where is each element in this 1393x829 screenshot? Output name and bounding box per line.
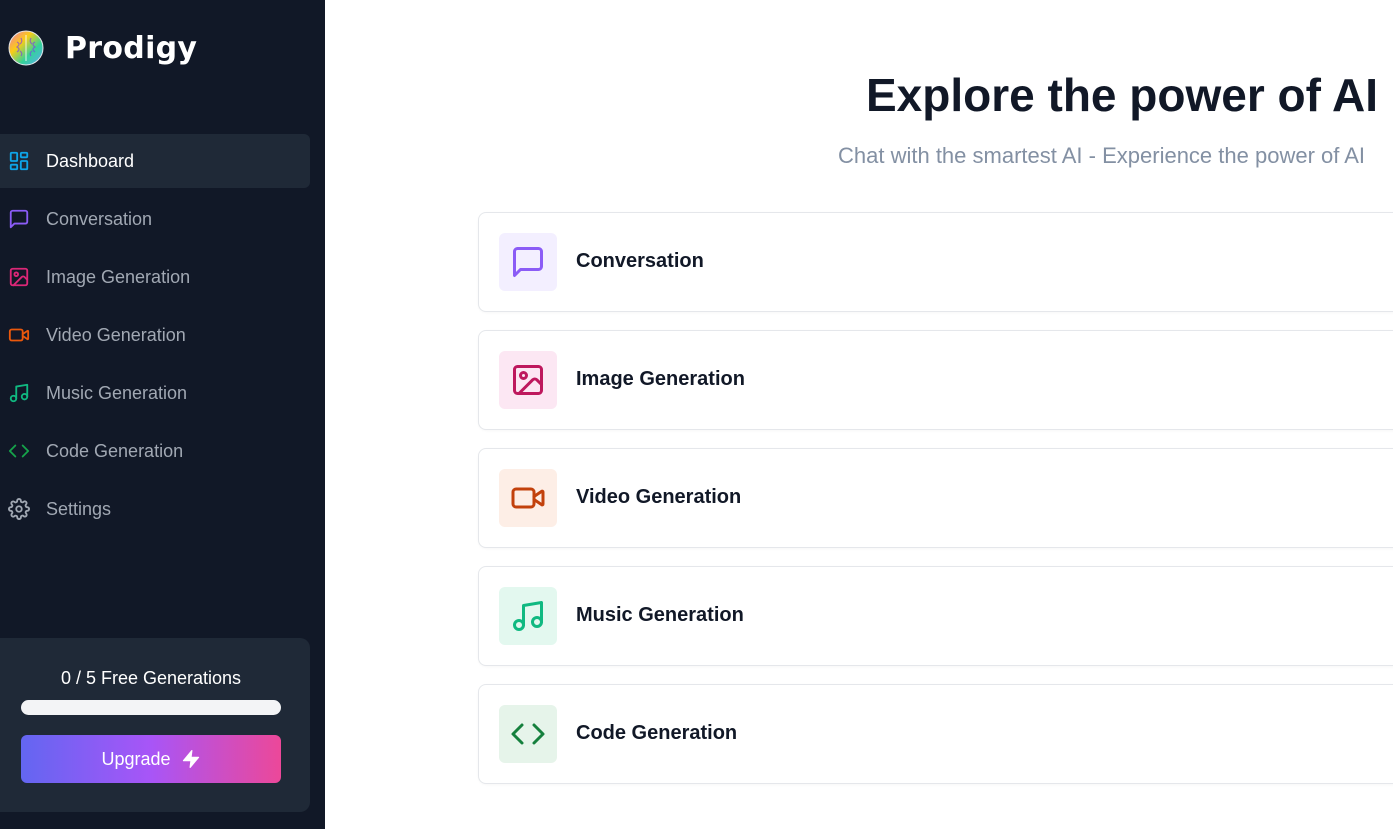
message-square-icon <box>8 208 30 230</box>
tool-label: Conversation <box>576 250 704 272</box>
tool-label: Code Generation <box>576 722 738 744</box>
tool-icon-box <box>499 587 557 645</box>
tool-label: Image Generation <box>576 368 745 390</box>
free-generations-card: 0 / 5 Free Generations <box>0 638 310 812</box>
tool-label: Music Generation <box>576 604 744 626</box>
tool-icon-box <box>499 351 557 409</box>
video-icon <box>8 324 30 346</box>
tool-card-conversation[interactable]: Conversation <box>478 212 1393 312</box>
tool-card-image-generation[interactable]: Image Generation <box>478 330 1393 430</box>
zap-icon <box>182 750 199 768</box>
tool-label: Video Generation <box>576 486 742 508</box>
sidebar-item-code-generation[interactable]: Code Generation <box>0 424 310 478</box>
tool-card-music-generation[interactable]: Music Generation <box>478 566 1393 666</box>
sidebar-item-label: Music Generation <box>46 382 188 403</box>
sidebar-item-settings[interactable]: Settings <box>0 482 310 536</box>
sidebar-item-video-generation[interactable]: Video Generation <box>0 308 310 362</box>
free-generations-progress <box>21 700 281 715</box>
free-generations-counter: 0 / 5 Free Generations <box>60 668 242 688</box>
sidebar-item-label: Video Generation <box>46 324 186 345</box>
sidebar-item-music-generation[interactable]: Music Generation <box>0 366 310 420</box>
upgrade-button-label: Upgrade <box>101 748 171 769</box>
code-icon <box>8 440 30 462</box>
sidebar-item-label: Settings <box>46 498 112 519</box>
tool-card-video-generation[interactable]: Video Generation <box>478 448 1393 548</box>
music-icon <box>8 382 30 404</box>
message-square-icon <box>513 247 543 277</box>
sidebar: Prodigy Dashboard Conversation Image Gen… <box>0 0 325 829</box>
dashboard-icon <box>8 150 30 172</box>
tool-icon-box <box>499 233 557 291</box>
music-icon <box>513 601 543 631</box>
sidebar-item-label: Conversation <box>46 208 153 229</box>
page-subtitle: Chat with the smartest AI - Experience t… <box>838 143 1366 168</box>
tool-icon-box <box>499 705 557 763</box>
image-icon <box>513 365 543 395</box>
sidebar-item-label: Code Generation <box>46 440 184 461</box>
upgrade-button[interactable]: Upgrade <box>21 735 281 783</box>
sidebar-item-label: Dashboard <box>46 150 135 171</box>
video-icon <box>511 487 545 509</box>
code-icon <box>511 723 545 745</box>
brain-logo-icon <box>8 30 44 66</box>
tool-icon-box <box>499 469 557 527</box>
tool-card-code-generation[interactable]: Code Generation <box>478 684 1393 784</box>
sidebar-item-label: Image Generation <box>46 266 191 287</box>
sidebar-item-image-generation[interactable]: Image Generation <box>0 250 310 304</box>
brand[interactable]: Prodigy <box>8 30 197 66</box>
brand-name: Prodigy <box>65 30 198 66</box>
sidebar-item-conversation[interactable]: Conversation <box>0 192 310 246</box>
sidebar-nav: Dashboard Conversation Image Generation … <box>0 134 310 540</box>
page-title: Explore the power of AI <box>866 69 1379 121</box>
sidebar-item-dashboard[interactable]: Dashboard <box>0 134 310 188</box>
image-icon <box>8 266 30 288</box>
gear-icon <box>8 498 30 520</box>
